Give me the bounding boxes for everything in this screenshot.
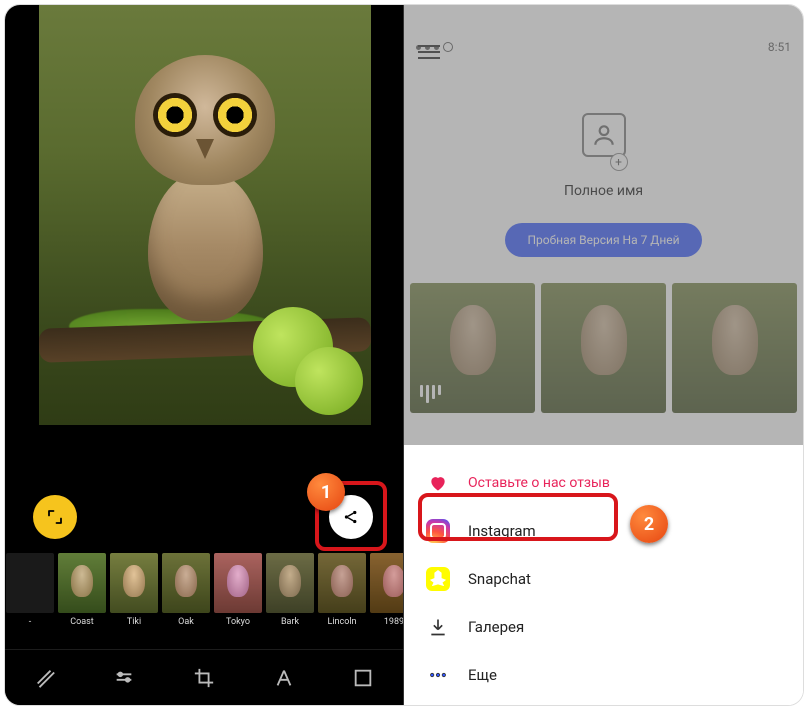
photo-preview[interactable]: [39, 5, 371, 425]
filter-lincoln[interactable]: Lincoln: [317, 553, 367, 637]
sheet-gallery[interactable]: Галерея: [404, 603, 803, 651]
filter-tiki[interactable]: Tiki: [109, 553, 159, 637]
share-sheet: Оставьте о нас отзыв Instagram Snapchat …: [404, 445, 803, 705]
crop-icon: [193, 667, 215, 689]
filter-label: Bark: [281, 617, 299, 627]
tool-text[interactable]: [262, 656, 306, 700]
expand-button[interactable]: [33, 495, 77, 539]
heart-icon: [426, 471, 450, 495]
filter-bark[interactable]: Bark: [265, 553, 315, 637]
filter-label: Oak: [178, 617, 194, 627]
filter-1989[interactable]: 1989: [369, 553, 403, 637]
filter-label: -: [29, 617, 32, 627]
annotation-step-1: 1: [307, 473, 345, 511]
expand-icon: [46, 508, 64, 526]
filter-label: Coast: [70, 617, 93, 627]
filter-label: Lincoln: [327, 617, 356, 627]
annotation-step-2: 2: [630, 505, 668, 543]
bottom-toolbar: [5, 649, 403, 705]
more-icon: [426, 663, 450, 687]
tool-border[interactable]: [341, 656, 385, 700]
filter-label: Tiki: [127, 617, 141, 627]
tool-adjust[interactable]: [102, 656, 146, 700]
filter-tokyo[interactable]: Tokyo: [213, 553, 263, 637]
filter-coast[interactable]: Coast: [57, 553, 107, 637]
sheet-label: Оставьте о нас отзыв: [468, 475, 610, 491]
editor-screen: 1 - Coast Tiki Oak Tokyo: [5, 5, 404, 705]
filter-label: 1989: [384, 617, 403, 627]
frame-icon: [352, 667, 374, 689]
filter-strip[interactable]: - Coast Tiki Oak Tokyo Bark: [5, 553, 403, 637]
sheet-label: Snapchat: [468, 570, 531, 588]
text-icon: [273, 667, 295, 689]
download-icon: [426, 615, 450, 639]
filter-label: Tokyo: [226, 617, 250, 627]
annotation-highlight-2: [418, 493, 618, 541]
filter-oak[interactable]: Oak: [161, 553, 211, 637]
sheet-more[interactable]: Еще: [404, 651, 803, 699]
sliders-icon: [113, 667, 135, 689]
snapchat-icon: [426, 567, 450, 591]
tool-filters[interactable]: [23, 656, 67, 700]
tool-crop[interactable]: [182, 656, 226, 700]
sheet-snapchat[interactable]: Snapchat: [404, 555, 803, 603]
share-screen: 8:51 + Полное имя Пробная Версия На 7 Дн…: [404, 5, 803, 705]
sheet-label: Еще: [468, 666, 497, 684]
modal-overlay[interactable]: [404, 5, 803, 445]
filters-icon: [34, 667, 56, 689]
sheet-label: Галерея: [468, 618, 524, 636]
filter-none[interactable]: -: [5, 553, 55, 637]
